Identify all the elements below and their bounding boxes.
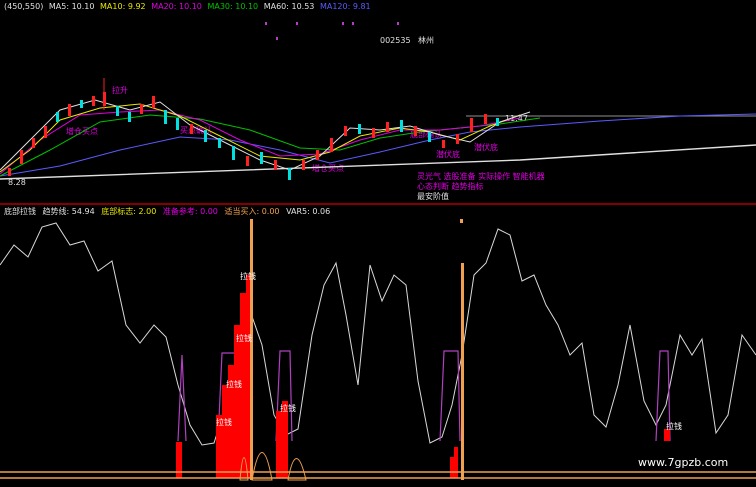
- candle: [32, 138, 35, 148]
- ma60-line: [0, 113, 756, 177]
- ma30-line: [0, 114, 541, 177]
- candle: [414, 126, 417, 136]
- prep-ref-line: [439, 350, 461, 442]
- candle: [164, 110, 167, 124]
- bar: [276, 411, 282, 478]
- candle: [496, 118, 499, 126]
- marker: [397, 22, 399, 25]
- spike: [250, 219, 253, 480]
- signal-label: 拉钱: [236, 333, 252, 343]
- candle: [68, 104, 71, 116]
- candle: [484, 114, 487, 124]
- candle: [358, 124, 361, 134]
- spike-fade: [251, 452, 273, 481]
- candle: [456, 134, 459, 144]
- candle: [152, 96, 155, 108]
- bar: [234, 325, 240, 478]
- candle: [428, 132, 431, 142]
- trend-line: [0, 222, 756, 446]
- marker: [342, 22, 344, 25]
- candle: [92, 96, 95, 106]
- candle: [316, 150, 319, 160]
- spike: [461, 263, 464, 480]
- marker: [276, 37, 278, 40]
- candle: [246, 156, 249, 166]
- bar: [454, 447, 458, 478]
- candle: [20, 150, 23, 164]
- candle: [330, 138, 333, 152]
- candle: [288, 168, 291, 180]
- candle: [140, 104, 143, 114]
- signal-label: 拉钱: [240, 271, 256, 281]
- candle: [218, 138, 221, 148]
- support-line: [0, 144, 756, 180]
- marker: [352, 22, 354, 25]
- candle: [176, 118, 179, 130]
- price-chart: [0, 22, 756, 205]
- candle: [344, 126, 347, 136]
- candle: [442, 140, 445, 148]
- candle: [400, 120, 403, 132]
- stock-chart-window: (450,550) MA5: 10.10 MA10: 9.92 MA20: 10…: [0, 0, 756, 487]
- watermark: www.7gpzb.com: [638, 456, 729, 469]
- indicator-chart: 拉钱 拉钱 拉钱 拉钱 拉钱 拉钱: [0, 219, 756, 481]
- candle: [386, 122, 389, 132]
- bar: [222, 385, 228, 478]
- candle: [204, 130, 207, 142]
- signal-label: 拉钱: [280, 403, 296, 413]
- marker: [265, 22, 267, 25]
- marker: [296, 22, 298, 25]
- candle: [116, 106, 119, 116]
- candle: [44, 126, 47, 138]
- candle: [128, 112, 131, 122]
- candle: [260, 152, 263, 164]
- top-markers: [265, 22, 399, 40]
- bar: [246, 275, 250, 478]
- candle: [232, 146, 235, 160]
- candle: [8, 168, 11, 176]
- candle: [190, 124, 193, 134]
- candle: [274, 160, 277, 170]
- candle: [80, 100, 83, 108]
- signal-label: 拉钱: [216, 417, 232, 427]
- candle: [302, 160, 305, 170]
- bar: [450, 457, 454, 478]
- candle: [372, 128, 375, 138]
- candle: [56, 112, 59, 122]
- candle: [103, 92, 106, 106]
- signal-label: 拉钱: [226, 379, 242, 389]
- spike: [460, 219, 463, 223]
- candle: [470, 118, 473, 132]
- candlesticks: [8, 78, 499, 180]
- spike-fade: [287, 458, 307, 481]
- signal-label: 拉钱: [666, 421, 682, 431]
